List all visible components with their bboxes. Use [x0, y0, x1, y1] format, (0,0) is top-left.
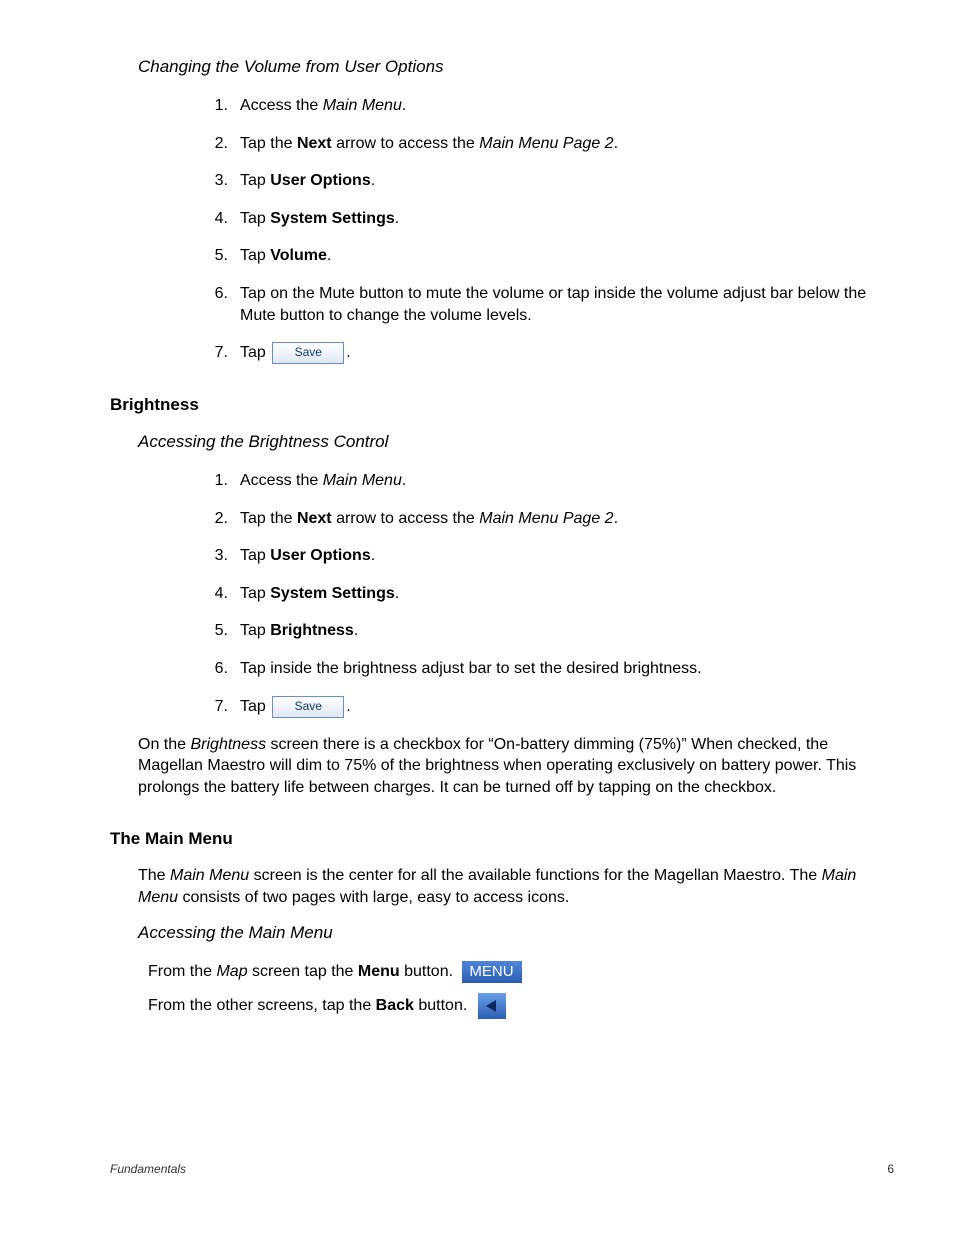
main-menu-line1: From the Map screen tap the Menu button.…: [148, 961, 894, 983]
list-item: 6.Tap inside the brightness adjust bar t…: [206, 658, 894, 680]
list-item: 2.Tap the Next arrow to access the Main …: [206, 508, 894, 530]
bold-text: User Options: [270, 172, 370, 189]
heading-brightness: Brightness: [110, 394, 894, 417]
step-number: 4.: [206, 583, 228, 605]
bold-text: System Settings: [270, 210, 394, 227]
list-item: 1.Access the Main Menu.: [206, 95, 894, 117]
italic-text: Main Menu: [323, 97, 402, 114]
subheading-main-menu: Accessing the Main Menu: [138, 922, 894, 945]
bold-text: System Settings: [270, 585, 394, 602]
step-number: 6.: [206, 283, 228, 305]
list-item: 6.Tap on the Mute button to mute the vol…: [206, 283, 894, 326]
list-item: 7.Tap Save.: [206, 342, 894, 364]
list-item: 1.Access the Main Menu.: [206, 470, 894, 492]
list-item: 4.Tap System Settings.: [206, 583, 894, 605]
save-button-icon: Save: [272, 696, 344, 718]
subheading-brightness: Accessing the Brightness Control: [138, 431, 894, 454]
list-item: 7.Tap Save.: [206, 696, 894, 718]
list-item: 4.Tap System Settings.: [206, 208, 894, 230]
save-button-icon: Save: [272, 342, 344, 364]
list-item: 3.Tap User Options.: [206, 170, 894, 192]
bold-text: Next: [297, 135, 332, 152]
step-number: 3.: [206, 170, 228, 192]
step-number: 7.: [206, 342, 228, 364]
subheading-volume: Changing the Volume from User Options: [138, 56, 894, 79]
step-number: 5.: [206, 245, 228, 267]
step-number: 2.: [206, 133, 228, 155]
bold-text: Next: [297, 510, 332, 527]
step-number: 6.: [206, 658, 228, 680]
italic-text: Main Menu: [323, 472, 402, 489]
step-number: 1.: [206, 470, 228, 492]
bold-text: User Options: [270, 547, 370, 564]
step-number: 1.: [206, 95, 228, 117]
list-item: 5.Tap Brightness.: [206, 620, 894, 642]
italic-text: Main Menu Page 2: [479, 510, 613, 527]
step-number: 7.: [206, 696, 228, 718]
bold-text: Volume: [270, 247, 327, 264]
italic-text: Main Menu Page 2: [479, 135, 613, 152]
main-menu-line2: From the other screens, tap the Back but…: [148, 993, 894, 1019]
step-number: 3.: [206, 545, 228, 567]
list-item: 5.Tap Volume.: [206, 245, 894, 267]
back-button-icon: [478, 993, 506, 1019]
bold-text: Brightness: [270, 622, 354, 639]
menu-button-icon: MENU: [462, 961, 522, 983]
step-number: 5.: [206, 620, 228, 642]
brightness-note: On the Brightness screen there is a chec…: [138, 734, 894, 799]
step-number: 2.: [206, 508, 228, 530]
list-item: 3.Tap User Options.: [206, 545, 894, 567]
steps-brightness: 1.Access the Main Menu. 2.Tap the Next ar…: [206, 470, 894, 718]
heading-main-menu: The Main Menu: [110, 828, 894, 851]
main-menu-intro: The Main Menu screen is the center for a…: [138, 865, 894, 908]
footer-section: Fundamentals: [110, 1162, 186, 1176]
list-item: 2.Tap the Next arrow to access the Main …: [206, 133, 894, 155]
page-footer: Fundamentals 6: [110, 1161, 894, 1177]
footer-page-number: 6: [887, 1161, 894, 1177]
steps-volume: 1.Access the Main Menu. 2.Tap the Next ar…: [206, 95, 894, 364]
step-number: 4.: [206, 208, 228, 230]
